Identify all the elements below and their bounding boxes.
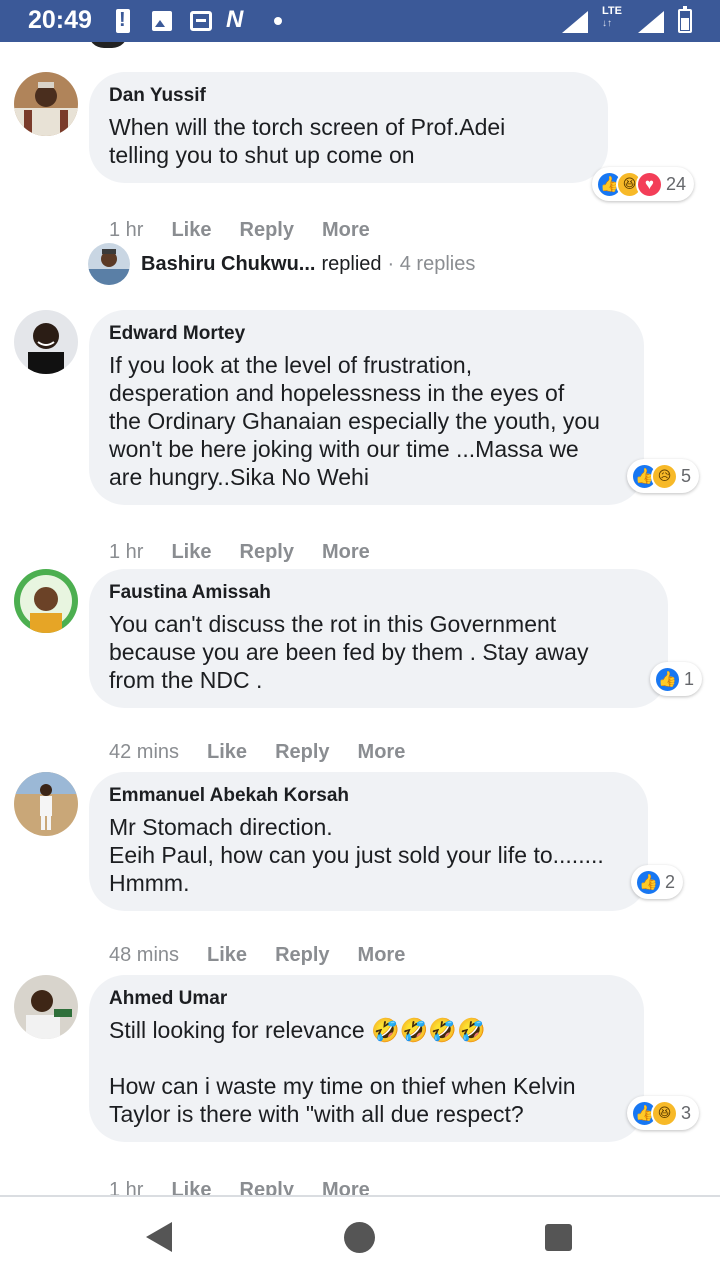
- reaction-count: 3: [681, 1102, 692, 1123]
- more-button[interactable]: More: [322, 1179, 370, 1195]
- reply-button[interactable]: Reply: [240, 541, 294, 564]
- sad-reaction-icon: 😥: [651, 462, 678, 490]
- more-button[interactable]: More: [358, 944, 406, 967]
- comment-text: Still looking for relevance 🤣🤣🤣🤣 How can…: [109, 1017, 576, 1127]
- like-reaction-icon: 👍: [635, 868, 662, 896]
- n-icon: N: [226, 6, 244, 33]
- home-icon[interactable]: [344, 1222, 375, 1253]
- comment-author[interactable]: Dan Yussif: [109, 84, 588, 108]
- comment-time[interactable]: 1 hr: [109, 219, 143, 242]
- previous-avatar-fragment: [88, 42, 128, 48]
- comment-time[interactable]: 42 mins: [109, 741, 179, 764]
- avatar[interactable]: [14, 975, 78, 1039]
- signal-icon: [562, 11, 588, 33]
- comment-text: When will the torch screen of Prof.Adei …: [109, 114, 506, 168]
- avatar[interactable]: [14, 310, 78, 374]
- more-button[interactable]: More: [358, 741, 406, 764]
- photo-icon: [152, 11, 172, 31]
- reaction-count: 1: [684, 668, 695, 689]
- reaction-count: 2: [665, 871, 676, 892]
- reaction-summary[interactable]: 👍 1: [650, 662, 703, 696]
- dot-icon: [274, 17, 282, 25]
- recent-apps-icon[interactable]: [545, 1224, 572, 1251]
- comment-author[interactable]: Emmanuel Abekah Korsah: [109, 784, 628, 808]
- like-button[interactable]: Like: [207, 944, 247, 967]
- comment-bubble[interactable]: Edward Mortey If you look at the level o…: [89, 310, 644, 505]
- like-button[interactable]: Like: [207, 741, 247, 764]
- comment-actions: 42 mins Like Reply More: [109, 741, 405, 764]
- reaction-summary[interactable]: 👍 😆 3: [627, 1096, 700, 1130]
- comment-actions: 1 hr Like Reply More: [109, 541, 370, 564]
- reply-verb: replied: [321, 252, 382, 275]
- comment-time[interactable]: 1 hr: [109, 1179, 143, 1195]
- battery-icon: [678, 6, 692, 33]
- like-reaction-icon: 👍: [654, 665, 681, 693]
- reply-button[interactable]: Reply: [240, 1179, 294, 1195]
- avatar: [88, 243, 130, 285]
- comment-time[interactable]: 1 hr: [109, 541, 143, 564]
- avatar[interactable]: [14, 772, 78, 836]
- comment-bubble[interactable]: Dan Yussif When will the torch screen of…: [89, 72, 608, 183]
- love-reaction-icon: ♥: [636, 170, 663, 198]
- status-time: 20:49: [28, 6, 92, 34]
- avatar[interactable]: [14, 569, 78, 633]
- comments-feed[interactable]: Dan Yussif When will the torch screen of…: [0, 42, 720, 1195]
- comment-author[interactable]: Faustina Amissah: [109, 581, 648, 605]
- comment-text: Mr Stomach direction. Eeih Paul, how can…: [109, 814, 604, 896]
- more-button[interactable]: More: [322, 219, 370, 242]
- reaction-count: 5: [681, 465, 692, 486]
- reply-button[interactable]: Reply: [240, 219, 294, 242]
- reply-thread-link[interactable]: Bashiru Chukwu... replied · 4 replies: [88, 242, 475, 286]
- reaction-count: 24: [666, 173, 687, 194]
- reply-count: · 4 replies: [387, 252, 476, 275]
- alert-icon: [116, 9, 130, 33]
- back-icon[interactable]: [146, 1222, 172, 1252]
- reply-button[interactable]: Reply: [275, 741, 329, 764]
- reply-button[interactable]: Reply: [275, 944, 329, 967]
- comment-time[interactable]: 48 mins: [109, 944, 179, 967]
- comment-text: If you look at the level of frustration,…: [109, 352, 600, 490]
- reaction-summary[interactable]: 👍 2: [631, 865, 684, 899]
- comment-text: You can't discuss the rot in this Govern…: [109, 611, 589, 693]
- comment-actions: 1 hr Like Reply More: [109, 1179, 370, 1195]
- comment-author[interactable]: Ahmed Umar: [109, 987, 624, 1011]
- haha-reaction-icon: 😆: [651, 1099, 678, 1127]
- comment-bubble[interactable]: Emmanuel Abekah Korsah Mr Stomach direct…: [89, 772, 648, 911]
- reply-author: Bashiru Chukwu...: [141, 252, 316, 275]
- more-button[interactable]: More: [322, 541, 370, 564]
- comment-bubble[interactable]: Faustina Amissah You can't discuss the r…: [89, 569, 668, 708]
- message-icon: [190, 11, 212, 31]
- reaction-summary[interactable]: 👍 😆 ♥ 24: [592, 167, 695, 201]
- like-button[interactable]: Like: [171, 1179, 211, 1195]
- avatar[interactable]: [14, 72, 78, 136]
- navigation-bar: [0, 1197, 720, 1280]
- network-label: LTE ↓↑: [602, 5, 622, 29]
- comment-actions: 1 hr Like Reply More: [109, 219, 370, 242]
- like-button[interactable]: Like: [171, 219, 211, 242]
- status-bar: 20:49 N LTE↓↑: [0, 0, 720, 42]
- comment-author[interactable]: Edward Mortey: [109, 322, 624, 346]
- reaction-summary[interactable]: 👍 😥 5: [627, 459, 700, 493]
- comment-actions: 48 mins Like Reply More: [109, 944, 405, 967]
- like-button[interactable]: Like: [171, 541, 211, 564]
- comment-bubble[interactable]: Ahmed Umar Still looking for relevance 🤣…: [89, 975, 644, 1142]
- signal-icon: [638, 11, 664, 33]
